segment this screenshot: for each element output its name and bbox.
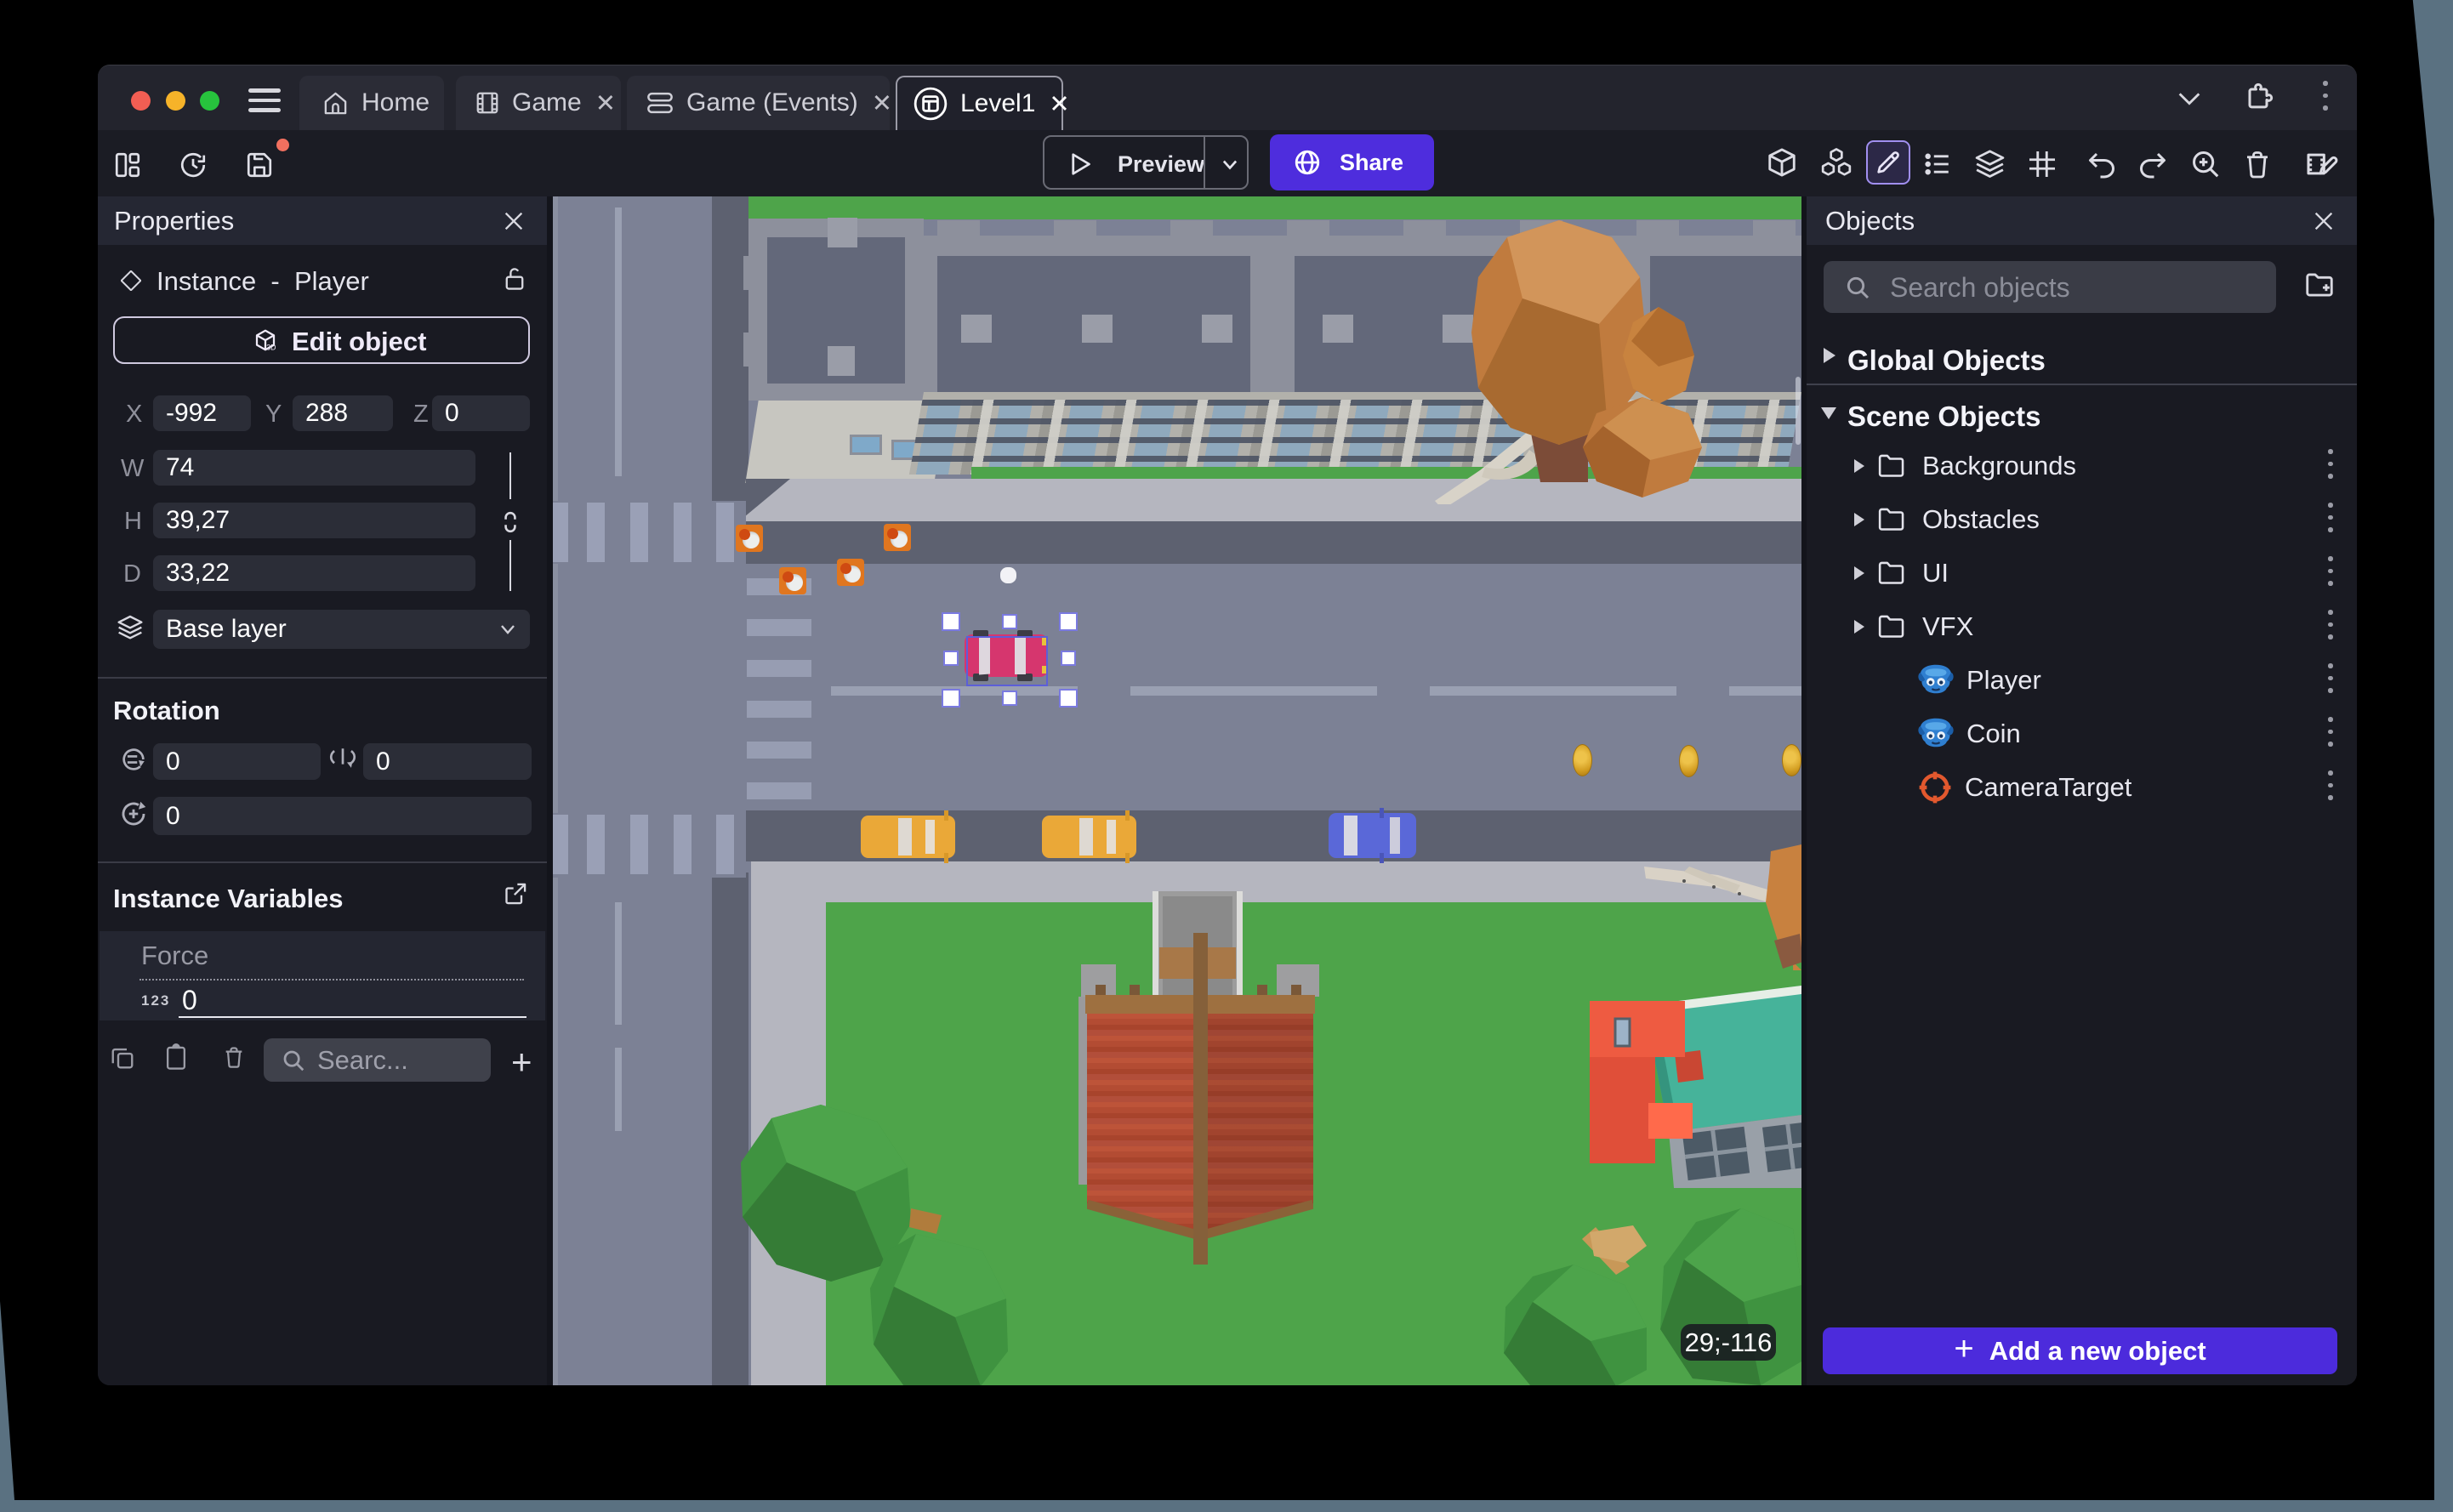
svg-text:3D: 3D [266, 343, 276, 351]
